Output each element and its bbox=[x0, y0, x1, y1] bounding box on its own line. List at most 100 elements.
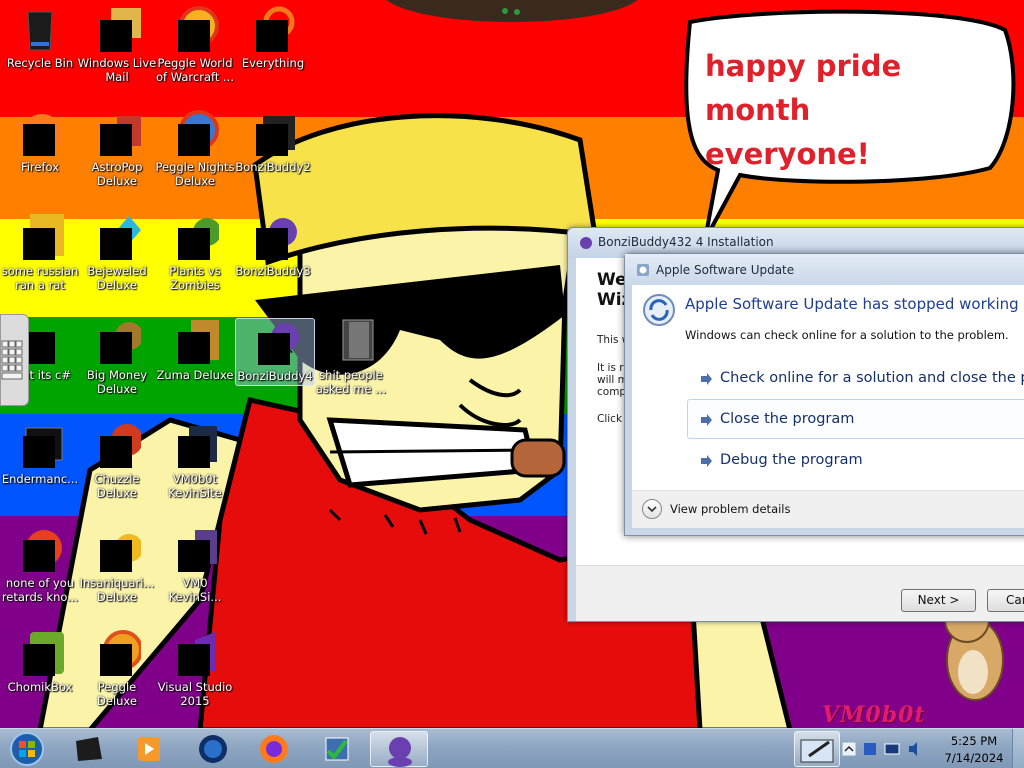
desktop-icon-none-of-you[interactable]: none of you retards kno... bbox=[0, 526, 80, 604]
chevron-up-icon[interactable] bbox=[842, 742, 856, 756]
windows-logo-icon bbox=[10, 732, 44, 766]
error-title-bar[interactable]: Apple Software Update bbox=[625, 254, 1024, 286]
clock-time[interactable]: 5:25 PM bbox=[934, 734, 1014, 748]
view-problem-details-link[interactable]: View problem details bbox=[670, 502, 791, 516]
file-icon bbox=[171, 422, 219, 470]
censor-box bbox=[100, 20, 132, 52]
icon-label: BonziBuddy2 bbox=[235, 160, 311, 174]
desktop-icon-windows-live-mail[interactable]: Windows Live Mail bbox=[77, 6, 157, 84]
desktop-icon-zuma[interactable]: Zuma Deluxe bbox=[155, 318, 235, 382]
browser-icon bbox=[16, 526, 64, 574]
desktop-icon-big-money[interactable]: Big Money Deluxe bbox=[77, 318, 157, 396]
desktop-icon-visual-studio[interactable]: Visual Studio 2015 bbox=[155, 630, 235, 708]
arrow-right-icon bbox=[701, 455, 712, 467]
desktop-icon-insaniquarium[interactable]: Insaniquari... Deluxe bbox=[77, 526, 157, 604]
volume-icon[interactable] bbox=[906, 741, 924, 757]
desktop-icon-chuzzle[interactable]: Chuzzle Deluxe bbox=[77, 422, 157, 500]
next-button[interactable]: Next > bbox=[901, 589, 976, 612]
chomikbox-icon bbox=[16, 630, 64, 678]
icon-label: Visual Studio 2015 bbox=[157, 680, 233, 708]
taskbar-dark-app-button[interactable] bbox=[60, 731, 118, 767]
taskbar-media-player-button[interactable] bbox=[120, 731, 178, 767]
icon-label: Recycle Bin bbox=[6, 56, 74, 70]
desktop-icon-chomikbox[interactable]: ChomikBox bbox=[0, 630, 80, 694]
chuzzle-icon bbox=[93, 422, 143, 470]
icon-label: Endermanc... bbox=[1, 472, 79, 486]
taskbar-firefox-button[interactable] bbox=[245, 731, 303, 767]
tray-tablet-input-button[interactable] bbox=[794, 731, 840, 767]
desktop-icon-peggle-nights[interactable]: Peggle Nights Deluxe bbox=[155, 110, 235, 188]
error-dialog-footer: View problem details bbox=[632, 490, 1024, 528]
desktop-icon-bejeweled[interactable]: Bejeweled Deluxe bbox=[77, 214, 157, 292]
mail-icon bbox=[93, 6, 141, 54]
icon-label: Windows Live Mail bbox=[77, 56, 157, 84]
icon-label: AstroPop Deluxe bbox=[91, 160, 143, 188]
on-screen-keyboard-tab[interactable] bbox=[0, 314, 29, 406]
censor-box bbox=[178, 436, 210, 468]
clock-date[interactable]: 7/14/2024 bbox=[934, 751, 1014, 765]
taskbar: 5:25 PM 7/14/2024 bbox=[0, 728, 1024, 768]
apple-update-icon bbox=[637, 264, 649, 276]
censor-box bbox=[100, 436, 132, 468]
apple-software-update-error-dialog[interactable]: Apple Software Update Apple Software Upd… bbox=[624, 253, 1024, 536]
icon-label: Plants vs Zombies bbox=[169, 264, 221, 292]
zuma-icon bbox=[171, 318, 219, 366]
desktop-icon-vm0-kevinsite[interactable]: VM0 KevinSi... bbox=[155, 526, 235, 604]
peggle-icon bbox=[171, 6, 219, 54]
desktop-icon-russian-rat[interactable]: some russian ran a rat bbox=[0, 214, 80, 292]
visual-studio-icon bbox=[171, 630, 219, 678]
desktop-icon-recycle-bin[interactable]: Recycle Bin bbox=[0, 6, 80, 70]
start-button[interactable] bbox=[4, 731, 50, 767]
desktop-icon-firefox[interactable]: Firefox bbox=[0, 110, 80, 174]
desktop-icon-vm0b0t-kevinsite[interactable]: VM0b0t KevinSite bbox=[155, 422, 235, 500]
debug-program-option[interactable]: Debug the program bbox=[687, 440, 1024, 480]
arrow-right-icon bbox=[701, 414, 712, 426]
installer-title: BonziBuddy432 4 Installation bbox=[598, 235, 774, 249]
close-program-option[interactable]: Close the program bbox=[687, 399, 1024, 439]
cancel-button[interactable]: Can bbox=[987, 589, 1024, 612]
plant-icon bbox=[171, 214, 221, 262]
error-subtext: Windows can check online for a solution … bbox=[685, 328, 1009, 342]
pen-tablet-icon bbox=[800, 739, 834, 763]
bonzibuddy-icon bbox=[388, 737, 412, 767]
top-dark-blob bbox=[386, 0, 638, 22]
icon-label: Zuma Deluxe bbox=[156, 368, 234, 382]
shield-icon[interactable] bbox=[862, 741, 880, 757]
peggle-icon bbox=[93, 630, 143, 678]
desktop-icon-astropop[interactable]: AstroPop Deluxe bbox=[77, 110, 157, 188]
censor-box bbox=[23, 124, 55, 156]
censor-box bbox=[178, 124, 210, 156]
censor-box bbox=[100, 540, 132, 572]
censor-box bbox=[23, 436, 55, 468]
desktop-icon-shit-people-asked[interactable]: shit people asked me ... bbox=[311, 318, 391, 396]
teeth-line bbox=[329, 448, 536, 454]
desktop-icon-bonzibuddy3[interactable]: BonziBuddy3 bbox=[233, 214, 313, 278]
censor-box bbox=[178, 20, 210, 52]
desktop-icon-peggle-deluxe[interactable]: Peggle Deluxe bbox=[77, 630, 157, 708]
desktop-icon-bonzibuddy2[interactable]: BonziBuddy2 bbox=[233, 110, 313, 174]
desktop-icon-everything[interactable]: Everything bbox=[233, 6, 313, 70]
folder-icon bbox=[327, 318, 375, 366]
error-heading: Apple Software Update has stopped workin… bbox=[685, 295, 1019, 313]
desktop-icon-peggle-wow[interactable]: Peggle World of Warcraft ... bbox=[155, 6, 235, 84]
icon-label: shit people asked me ... bbox=[315, 368, 387, 396]
icon-label: ChomikBox bbox=[7, 680, 73, 694]
desktop-icon-endermanc[interactable]: Endermanc... bbox=[0, 422, 80, 486]
show-desktop-button[interactable] bbox=[1012, 729, 1024, 768]
cigar bbox=[510, 438, 566, 478]
taskbar-globe-button[interactable] bbox=[183, 731, 241, 767]
network-icon[interactable] bbox=[884, 741, 902, 757]
expand-details-button[interactable] bbox=[642, 499, 662, 519]
bonzibuddy-icon bbox=[249, 214, 297, 262]
chevron-down-icon bbox=[647, 506, 657, 513]
desktop-icon-bonzibuddy4[interactable]: BonziBuddy4 bbox=[235, 318, 315, 386]
censor-box bbox=[258, 333, 290, 365]
taskbar-bonzibuddy-button[interactable] bbox=[370, 731, 428, 767]
censor-box bbox=[23, 540, 55, 572]
check-online-option[interactable]: Check online for a solution and close th… bbox=[687, 358, 1024, 398]
desktop-icon-plants-vs-zombies[interactable]: Plants vs Zombies bbox=[155, 214, 235, 292]
censor-box bbox=[256, 20, 288, 52]
taskbar-installer-button[interactable] bbox=[308, 731, 366, 767]
speech-bubble-text: happy pride month everyone! bbox=[705, 49, 902, 171]
icon-label: VM0b0t KevinSite bbox=[168, 472, 222, 500]
